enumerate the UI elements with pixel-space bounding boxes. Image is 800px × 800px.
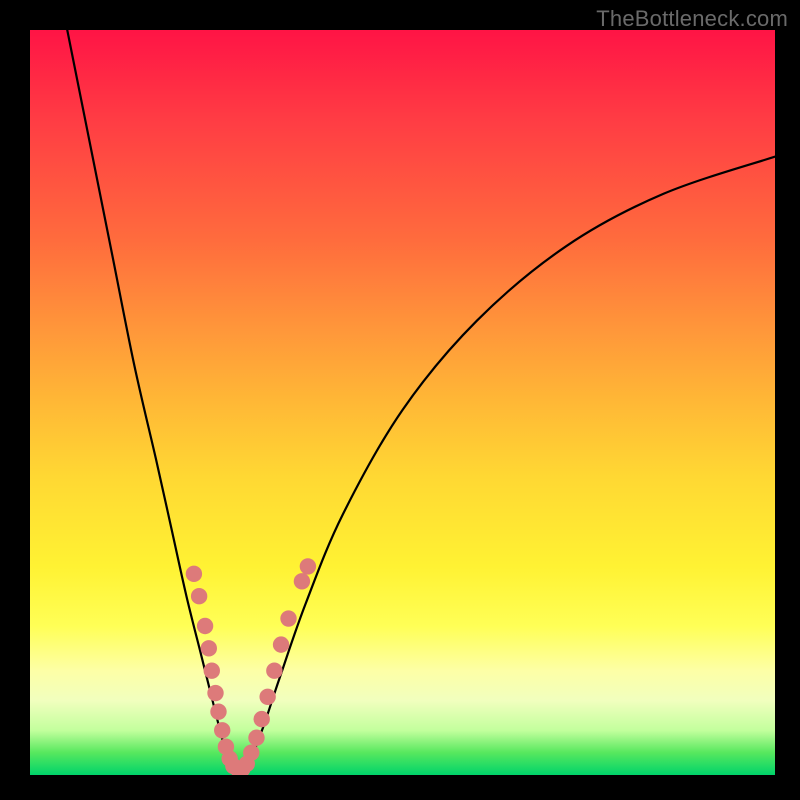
marker-dot (259, 689, 275, 705)
marker-dot (186, 566, 202, 582)
marker-dot (214, 722, 230, 738)
marker-dot (204, 663, 220, 679)
marker-dot (280, 610, 296, 626)
marker-dot (197, 618, 213, 634)
watermark-text: TheBottleneck.com (596, 6, 788, 32)
curve-right (246, 157, 775, 772)
plot-area (30, 30, 775, 775)
marker-dot (191, 588, 207, 604)
marker-dot (266, 663, 282, 679)
marker-dot (248, 730, 264, 746)
curve-left (67, 30, 231, 771)
marker-dots (186, 558, 316, 775)
chart-frame: TheBottleneck.com (0, 0, 800, 800)
marker-dot (243, 744, 259, 760)
marker-dot (300, 558, 316, 574)
marker-dot (294, 573, 310, 589)
curve-layer (30, 30, 775, 775)
marker-dot (201, 640, 217, 656)
marker-dot (254, 711, 270, 727)
marker-dot (273, 636, 289, 652)
marker-dot (207, 685, 223, 701)
marker-dot (210, 703, 226, 719)
